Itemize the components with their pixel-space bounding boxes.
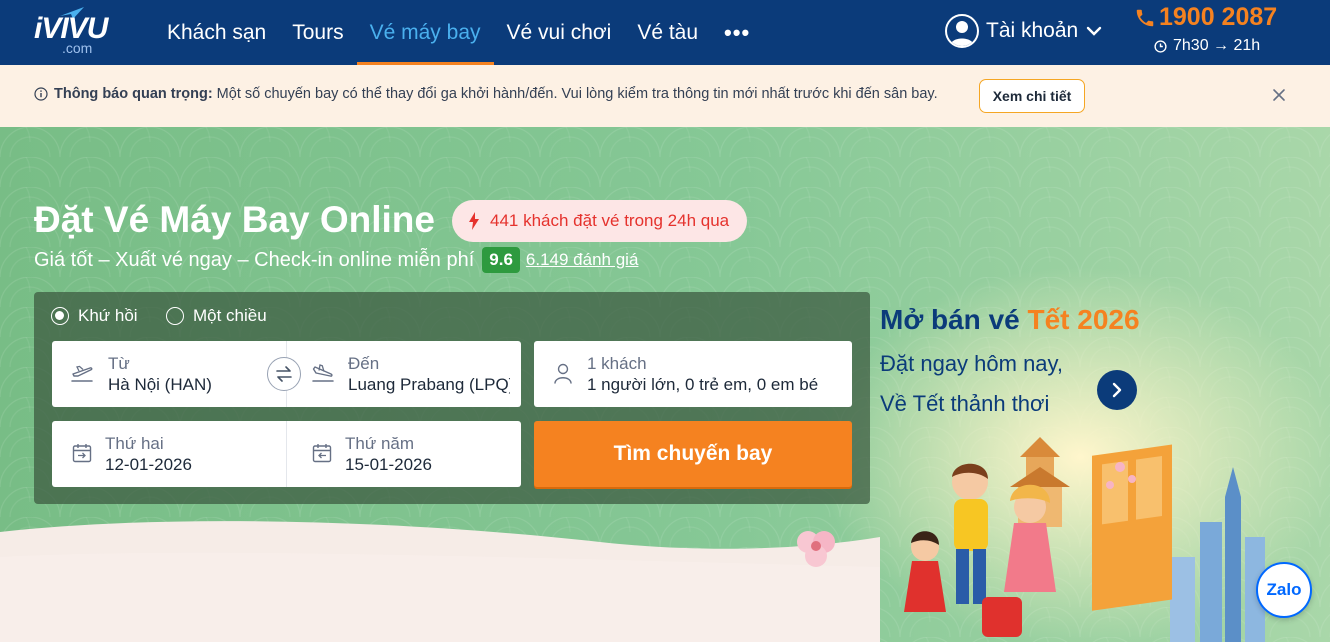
trip-roundtrip-label: Khứ hồi [78, 306, 138, 325]
depart-date-field[interactable]: Thứ hai 12-01-2026 [52, 421, 286, 487]
search-flights-button[interactable]: Tìm chuyến bay [534, 421, 852, 487]
radio-roundtrip[interactable] [51, 307, 69, 325]
account-label: Tài khoản [986, 19, 1079, 42]
promo-title[interactable]: Mở bán vé Tết 2026 [880, 304, 1140, 336]
promo-title-accent: Tết 2026 [1027, 304, 1140, 335]
notice-body: Một số chuyến bay có thể thay đổi ga khở… [216, 86, 938, 102]
trip-oneway-option[interactable]: Một chiều [166, 306, 267, 326]
hero-subtitle-row: Giá tốt – Xuất vé ngay – Check-in online… [34, 247, 638, 273]
ivivu-logo[interactable]: iVIVU .com [34, 6, 114, 58]
hero-subtitle: Giá tốt – Xuất vé ngay – Check-in online… [34, 248, 475, 271]
hotline-number: 1900 2087 [1159, 3, 1278, 31]
origin-field[interactable]: Từ Hà Nội (HAN) [52, 341, 286, 407]
radio-oneway[interactable] [166, 307, 184, 325]
notice-bar: Thông báo quan trọng: Một số chuyến bay … [0, 65, 1330, 127]
origin-value: Hà Nội (HAN) [108, 375, 212, 394]
depart-date-value: 12-01-2026 [105, 455, 192, 474]
logo-sub-text: .com [62, 40, 93, 56]
route-card: Từ Hà Nội (HAN) Đến Luang Prabang (LPQ) [52, 341, 521, 407]
nav-item-trains[interactable]: Vé tàu [624, 0, 711, 65]
account-menu[interactable]: Tài khoản [945, 12, 1102, 50]
return-date-value: 15-01-2026 [345, 455, 432, 474]
flight-search-panel: Khứ hồi Một chiều Từ Hà Nội (HAN) Đến Lu… [34, 292, 870, 504]
close-icon[interactable] [1270, 86, 1288, 104]
reviews-link[interactable]: 6.149 đánh giá [526, 250, 639, 270]
nav-more-button[interactable]: ••• [711, 0, 763, 65]
tet-illustration [904, 437, 1265, 642]
promo-line-2: Về Tết thảnh thơi [880, 391, 1050, 416]
passengers-value: 1 người lớn, 0 trẻ em, 0 em bé [587, 375, 819, 394]
chevron-right-icon [1112, 382, 1122, 398]
phone-icon [1136, 9, 1154, 26]
trip-roundtrip-option[interactable]: Khứ hồi [51, 306, 138, 326]
trip-oneway-label: Một chiều [193, 306, 267, 325]
hotline-link[interactable]: 1900 2087 [1134, 3, 1277, 32]
hero-title: Đặt Vé Máy Bay Online [34, 199, 435, 240]
depart-day-label: Thứ hai [105, 434, 164, 453]
user-icon [554, 363, 572, 384]
promo-title-prefix: Mở bán vé [880, 304, 1020, 335]
notice-heading: Thông báo quan trọng: [54, 86, 213, 102]
working-hours: 7h30 → 21h [1154, 37, 1260, 55]
return-day-label: Thứ năm [345, 434, 415, 453]
promo-next-button[interactable] [1097, 370, 1137, 410]
hero-section: Đặt Vé Máy Bay Online 441 khách đặt vé t… [0, 127, 1330, 642]
passengers-field[interactable]: 1 khách 1 người lớn, 0 trẻ em, 0 em bé [534, 341, 852, 407]
info-icon [34, 87, 48, 101]
notice-message: Thông báo quan trọng: Một số chuyến bay … [34, 86, 938, 102]
takeoff-icon [71, 365, 93, 382]
destination-label: Đến [348, 354, 380, 373]
clock-icon [1154, 39, 1167, 53]
nav-item-tours[interactable]: Tours [279, 0, 356, 65]
dates-card: Thứ hai 12-01-2026 Thứ năm 15-01-2026 [52, 421, 521, 487]
destination-field[interactable]: Đến Luang Prabang (LPQ) [287, 341, 521, 407]
calendar-depart-icon [72, 444, 92, 463]
rating-score: 9.6 [482, 247, 520, 273]
nav-item-hotels[interactable]: Khách sạn [154, 0, 279, 65]
user-avatar-icon [945, 14, 979, 48]
top-header: iVIVU .com Khách sạn Tours Vé máy bay Vé… [0, 0, 1330, 65]
calendar-return-icon [312, 444, 332, 463]
landing-icon [312, 364, 334, 382]
passengers-card: 1 khách 1 người lớn, 0 trẻ em, 0 em bé [534, 341, 852, 407]
promo-line-1: Đặt ngay hôm nay, [880, 351, 1064, 376]
main-nav: Khách sạn Tours Vé máy bay Vé vui chơi V… [154, 0, 763, 65]
nav-item-attractions[interactable]: Vé vui chơi [494, 0, 625, 65]
zalo-chat-button[interactable]: Zalo [1256, 562, 1312, 618]
bookings-badge: 441 khách đặt vé trong 24h qua [452, 200, 748, 242]
destination-value: Luang Prabang (LPQ) [348, 375, 510, 394]
working-hours-text: 7h30 → 21h [1173, 37, 1261, 54]
chevron-down-icon [1087, 26, 1102, 36]
origin-label: Từ [108, 354, 130, 373]
lightning-icon [469, 212, 479, 230]
flower-decoration-icon [797, 531, 835, 567]
notice-details-button[interactable]: Xem chi tiết [979, 79, 1085, 113]
bookings-badge-text: 441 khách đặt vé trong 24h qua [490, 211, 730, 230]
return-date-field[interactable]: Thứ năm 15-01-2026 [287, 421, 521, 487]
passengers-label: 1 khách [587, 354, 647, 373]
nav-item-flights[interactable]: Vé máy bay [356, 0, 494, 65]
